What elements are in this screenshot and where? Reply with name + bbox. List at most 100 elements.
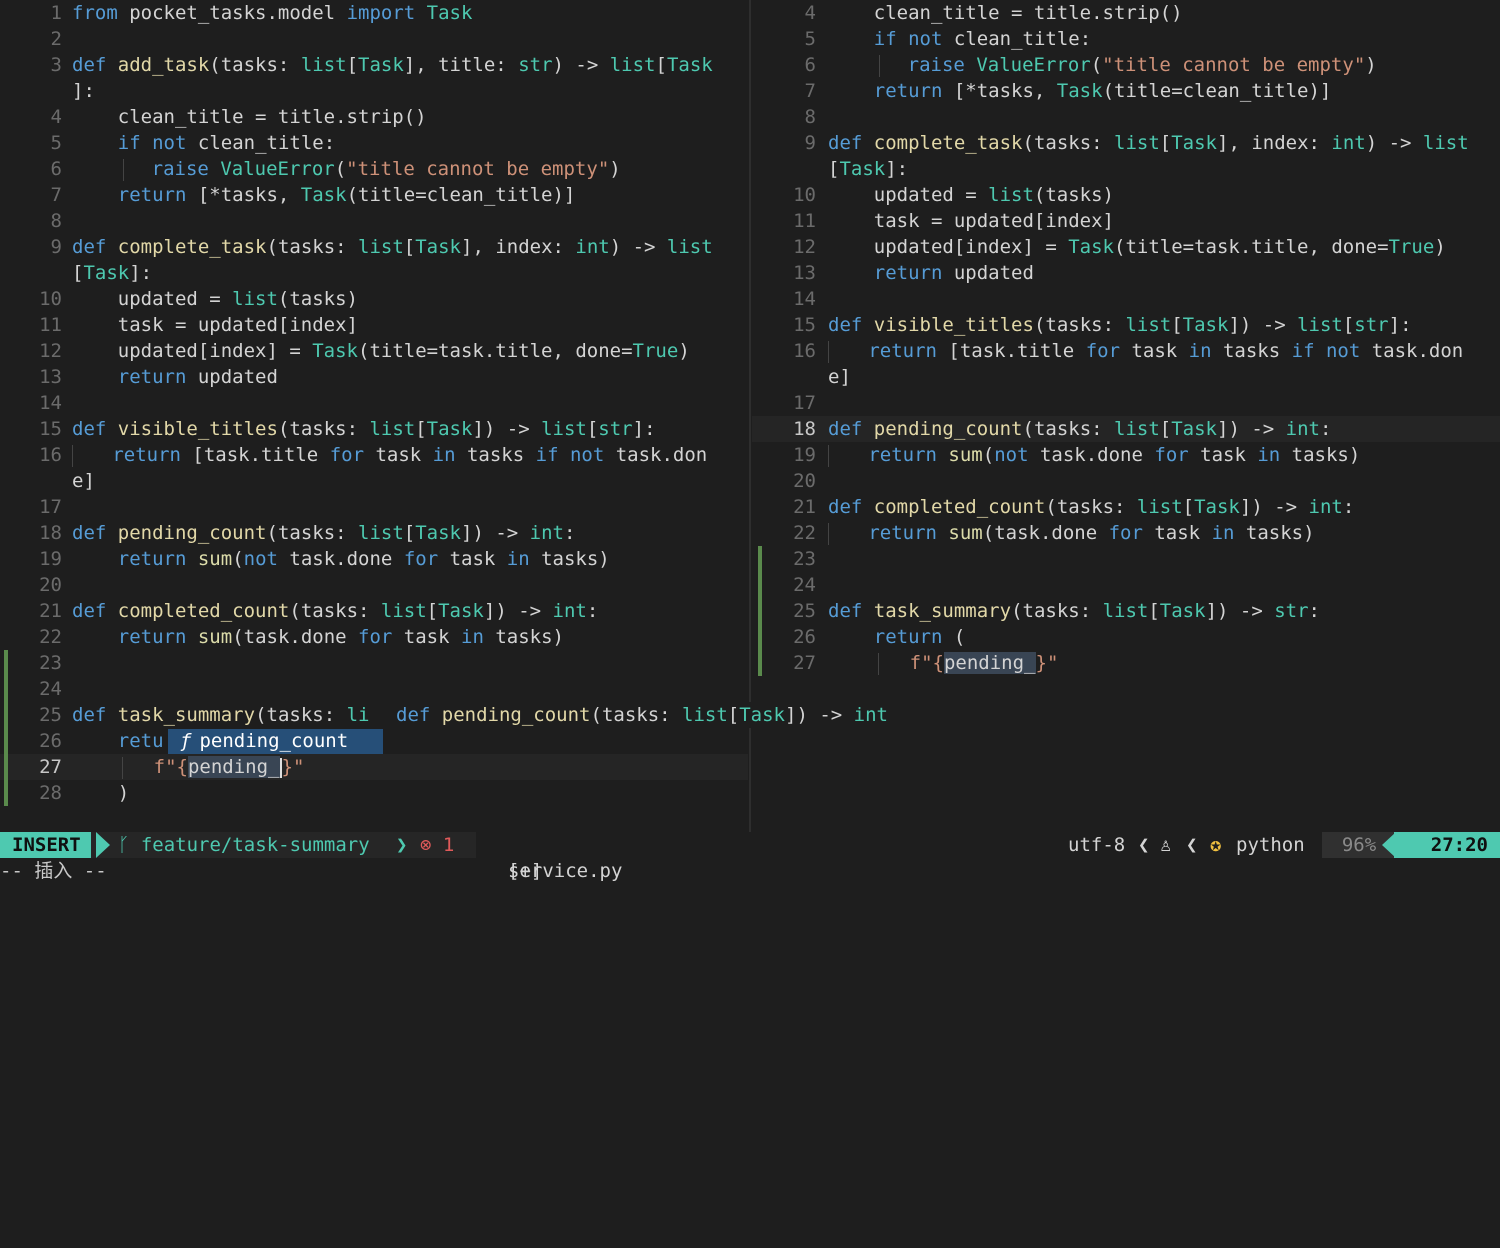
code-line-current[interactable]: 18 def pending_count(tasks: list[Task]) -… — [752, 416, 1500, 442]
editor-pane-right[interactable]: 4 clean_title = title.strip() 5 if not c… — [752, 0, 1500, 676]
code-line[interactable]: 4 clean_title = title.strip() — [0, 104, 748, 130]
code-line[interactable]: 24 — [0, 676, 748, 702]
code-line[interactable]: 15 def visible_titles(tasks: list[Task]) … — [0, 416, 748, 442]
code-line[interactable]: 9 def complete_task(tasks: list[Task], in… — [0, 234, 748, 260]
code-line[interactable]: 10 updated = list(tasks) — [0, 286, 748, 312]
code-line[interactable]: 22 return sum(task.done for task in task… — [752, 520, 1500, 546]
line-number: 17 — [793, 392, 816, 414]
code-line-wrap[interactable]: [Task]: — [752, 156, 1500, 182]
code-line[interactable]: 26 return ( — [752, 624, 1500, 650]
code-text: [ — [346, 54, 359, 76]
code-text: ( — [232, 548, 244, 570]
code-line[interactable]: 22 return sum(task.done for task in task… — [0, 624, 748, 650]
code-text: clean_title: — [942, 28, 1092, 50]
line-number: 7 — [50, 184, 62, 206]
mode-separator — [96, 832, 110, 858]
builtin: sum — [948, 522, 983, 544]
code-line[interactable]: 28 ) — [0, 780, 748, 806]
python-icon: ✪ — [1210, 834, 1222, 856]
line-number: 18 — [39, 522, 62, 544]
type: list — [358, 522, 404, 544]
code-line[interactable]: 5 if not clean_title: — [752, 26, 1500, 52]
kw: not — [243, 548, 278, 570]
code-text: updated = — [117, 288, 233, 310]
code-line[interactable]: 27 f"{pending_}" — [752, 650, 1500, 676]
code-line[interactable]: 1 from pocket_tasks.model import Task — [0, 0, 748, 26]
code-text: tasks) — [529, 548, 610, 570]
code-line[interactable]: 14 — [752, 286, 1500, 312]
type: list — [380, 600, 427, 622]
code-line[interactable]: 13 return updated — [0, 364, 748, 390]
kw: def — [828, 600, 863, 622]
diagnostics-errors[interactable]: ⊗ 1 — [420, 832, 454, 858]
code-line[interactable]: 20 — [752, 468, 1500, 494]
function-name: completed_count — [873, 496, 1046, 518]
code-line[interactable]: 19 return sum(not task.done for task in … — [0, 546, 748, 572]
function-name: completed_count — [117, 600, 290, 622]
code-line[interactable]: 5 if not clean_title: — [0, 130, 748, 156]
code-line[interactable]: 3 def add_task(tasks: list[Task], title: … — [0, 52, 748, 78]
code-line[interactable]: 10 updated = list(tasks) — [752, 182, 1500, 208]
code-line[interactable]: 7 return [*tasks, Task(title=clean_title… — [752, 78, 1500, 104]
code-line[interactable]: 4 clean_title = title.strip() — [752, 0, 1500, 26]
code-line[interactable]: 19 return sum(not task.done for task in … — [752, 442, 1500, 468]
kw: def — [72, 600, 107, 622]
git-added-marker — [4, 650, 8, 806]
code-text: (tasks: — [266, 522, 359, 544]
completion-item-pending-count[interactable]: ƒ pending_count — [168, 729, 383, 754]
code-text: ) -> — [552, 54, 610, 76]
kw: in — [506, 548, 530, 570]
code-line[interactable]: 13 return updated — [752, 260, 1500, 286]
code-line[interactable]: 15 def visible_titles(tasks: list[Task]) … — [752, 312, 1500, 338]
git-branch[interactable]: ᚴ feature/task-summary — [118, 832, 370, 858]
type: str — [518, 54, 553, 76]
code-line[interactable]: 21 def completed_count(tasks: list[Task])… — [0, 598, 748, 624]
code-line[interactable]: 17 — [752, 390, 1500, 416]
code-line-wrap[interactable]: e] — [752, 364, 1500, 390]
kw: return — [873, 80, 943, 102]
code-line[interactable]: 21 def completed_count(tasks: list[Task])… — [752, 494, 1500, 520]
code-line[interactable]: 24 — [752, 572, 1500, 598]
code-text: (title=task.title, done= — [1114, 236, 1389, 258]
code-line[interactable]: 11 task = updated[index] — [752, 208, 1500, 234]
code-line[interactable]: 2 — [0, 26, 748, 52]
code-line[interactable]: 16 return [task.title for task in tasks … — [0, 442, 748, 468]
code-line-current[interactable]: 27 f"{pending_}" — [0, 754, 748, 780]
code-line[interactable]: 17 — [0, 494, 748, 520]
code-text: (tasks: — [1022, 132, 1115, 154]
code-line[interactable]: 8 — [0, 208, 748, 234]
code-text: : — [1342, 496, 1355, 518]
function-name: add_task — [117, 54, 210, 76]
code-line-wrap[interactable]: e] — [0, 468, 748, 494]
line-number: 3 — [50, 54, 62, 76]
code-line[interactable]: 23 — [752, 546, 1500, 572]
kw: in — [432, 444, 456, 466]
type: list — [666, 236, 713, 258]
kw: return — [868, 444, 937, 466]
code-line[interactable]: 7 return [*tasks, Task(title=clean_title… — [0, 182, 748, 208]
code-line[interactable]: 6 raise ValueError("title cannot be empt… — [752, 52, 1500, 78]
code-line[interactable]: 11 task = updated[index] — [0, 312, 748, 338]
code-line-wrap[interactable]: [Task]: — [0, 260, 748, 286]
code-line[interactable]: 16 return [task.title for task in tasks … — [752, 338, 1500, 364]
code-line[interactable]: 6 raise ValueError("title cannot be empt… — [0, 156, 748, 182]
code-line[interactable]: 8 — [752, 104, 1500, 130]
type: Task — [312, 340, 358, 362]
function-icon: ƒ — [180, 730, 192, 752]
code-line[interactable]: 12 updated[index] = Task(title=task.titl… — [752, 234, 1500, 260]
code-text: (tasks: — [255, 704, 347, 726]
code-line[interactable]: 20 — [0, 572, 748, 598]
code-line[interactable]: 12 updated[index] = Task(title=task.titl… — [0, 338, 748, 364]
type: list — [1125, 314, 1172, 336]
type: list — [1114, 418, 1160, 440]
code-text: ) -> — [1365, 132, 1423, 154]
type: Task — [415, 236, 461, 258]
code-line[interactable]: 9 def complete_task(tasks: list[Task], in… — [752, 130, 1500, 156]
code-line[interactable]: 23 — [0, 650, 748, 676]
code-line-wrap[interactable]: ]: — [0, 78, 748, 104]
code-line[interactable]: 14 — [0, 390, 748, 416]
kw: return — [873, 626, 943, 648]
signature-help: def pending_count(tasks: list[Task]) -> … — [396, 702, 890, 728]
code-line[interactable]: 25 def task_summary(tasks: list[Task]) ->… — [752, 598, 1500, 624]
code-line[interactable]: 18 def pending_count(tasks: list[Task]) -… — [0, 520, 748, 546]
